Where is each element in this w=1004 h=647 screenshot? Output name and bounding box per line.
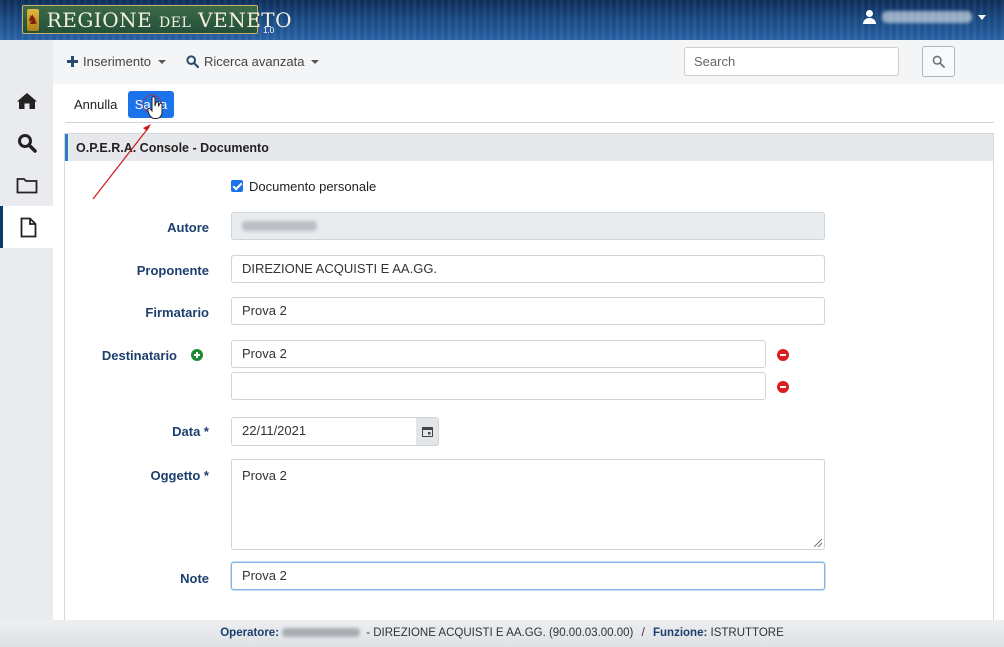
autore-label: Autore bbox=[167, 220, 209, 235]
funzione-value: ISTRUTTORE bbox=[710, 627, 784, 639]
search-icon bbox=[932, 55, 945, 68]
oggetto-textarea[interactable]: Prova 2 bbox=[231, 459, 825, 550]
search-icon bbox=[17, 134, 37, 153]
data-label: Data * bbox=[172, 424, 209, 439]
remove-destinatario-2-icon[interactable] bbox=[777, 381, 789, 393]
divider bbox=[65, 122, 994, 123]
plus-icon bbox=[67, 56, 78, 67]
autore-field bbox=[231, 212, 825, 240]
documento-personale-label: Documento personale bbox=[249, 179, 377, 194]
calendar-button[interactable] bbox=[416, 417, 439, 446]
chevron-down-icon bbox=[978, 14, 986, 20]
firmatario-label: Firmatario bbox=[145, 305, 209, 320]
oggetto-value: Prova 2 bbox=[242, 468, 287, 483]
nav-document[interactable] bbox=[0, 206, 53, 248]
logo-text: REGIONE DEL VENETO bbox=[46, 7, 293, 32]
secondary-toolbar: Inserimento Ricerca avanzata bbox=[53, 40, 1004, 84]
salva-button[interactable]: Salva bbox=[128, 91, 174, 118]
operatore-label: Operatore: bbox=[220, 627, 280, 639]
panel-title: O.P.E.R.A. Console - Documento bbox=[65, 134, 993, 161]
inserimento-menu[interactable]: Inserimento bbox=[67, 54, 166, 69]
add-destinatario-icon[interactable] bbox=[191, 349, 203, 361]
destinatario-label: Destinatario bbox=[101, 348, 177, 363]
search-input[interactable] bbox=[684, 47, 899, 76]
nav-home[interactable] bbox=[0, 80, 53, 122]
user-menu[interactable] bbox=[863, 10, 986, 24]
destinatario-field-1[interactable]: Prova 2 bbox=[231, 340, 766, 368]
inserimento-label: Inserimento bbox=[83, 54, 151, 69]
folder-icon bbox=[16, 177, 37, 193]
lion-crest-icon: ♞ bbox=[27, 8, 39, 31]
user-name-redacted bbox=[882, 11, 972, 23]
remove-destinatario-1-icon[interactable] bbox=[777, 349, 789, 361]
note-field[interactable]: Prova 2 bbox=[231, 562, 825, 590]
operatore-name-redacted bbox=[282, 628, 361, 638]
caret-down-icon bbox=[157, 59, 166, 64]
document-icon bbox=[20, 217, 36, 237]
resize-handle-icon[interactable] bbox=[814, 539, 822, 547]
regione-veneto-logo[interactable]: ♞ REGIONE DEL VENETO bbox=[22, 5, 292, 34]
destinatario-field-2[interactable] bbox=[231, 372, 766, 400]
status-footer: Operatore: - DIREZIONE ACQUISTI E AA.GG.… bbox=[0, 620, 1004, 647]
search-button[interactable] bbox=[922, 46, 955, 77]
firmatario-field[interactable]: Prova 2 bbox=[231, 297, 825, 325]
ricerca-avanzata-menu[interactable]: Ricerca avanzata bbox=[186, 54, 320, 69]
annulla-button[interactable]: Annulla bbox=[65, 91, 126, 118]
side-navigation bbox=[0, 40, 53, 620]
footer-separator: / bbox=[641, 627, 645, 639]
funzione-label: Funzione: bbox=[653, 627, 708, 639]
nav-folder[interactable] bbox=[0, 164, 53, 206]
note-label: Note bbox=[180, 571, 209, 586]
home-icon bbox=[16, 93, 37, 109]
ricerca-avanzata-label: Ricerca avanzata bbox=[204, 54, 305, 69]
proponente-label: Proponente bbox=[136, 263, 209, 278]
operatore-detail: - DIREZIONE ACQUISTI E AA.GG. (90.00.03.… bbox=[363, 627, 634, 639]
app-version: 1.0 bbox=[263, 26, 275, 35]
calendar-icon bbox=[421, 427, 433, 437]
data-field[interactable]: 22/11/2021 bbox=[231, 417, 417, 446]
caret-down-icon bbox=[311, 59, 320, 64]
data-input-group: 22/11/2021 bbox=[231, 417, 439, 446]
oggetto-label: Oggetto * bbox=[150, 468, 210, 483]
documento-personale-checkbox[interactable] bbox=[231, 180, 243, 192]
nav-search[interactable] bbox=[0, 122, 53, 164]
user-icon bbox=[863, 10, 876, 24]
proponente-field[interactable]: DIREZIONE ACQUISTI E AA.GG. bbox=[231, 255, 825, 283]
autore-value-redacted bbox=[242, 221, 317, 231]
search-icon bbox=[186, 55, 199, 68]
